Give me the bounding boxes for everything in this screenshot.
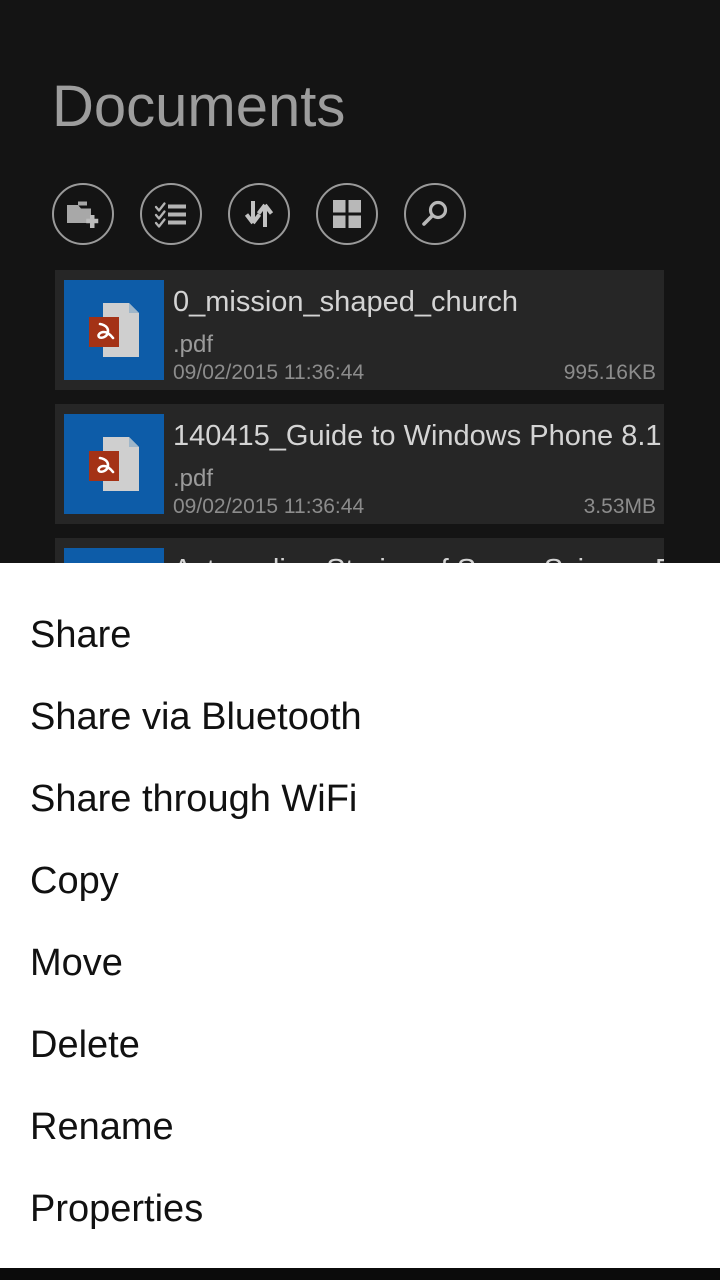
- file-name: 140415_Guide to Windows Phone 8.1 D: [173, 420, 664, 452]
- context-menu: Share Share via Bluetooth Share through …: [0, 563, 720, 1268]
- menu-item-share-wifi[interactable]: Share through WiFi: [30, 776, 357, 822]
- file-date: 09/02/2015 11:36:44: [173, 361, 365, 384]
- menu-item-rename[interactable]: Rename: [30, 1104, 174, 1150]
- grid-view-button[interactable]: [316, 183, 378, 245]
- select-list-button[interactable]: [140, 183, 202, 245]
- menu-item-properties[interactable]: Properties: [30, 1186, 203, 1232]
- page-title: Documents: [52, 74, 346, 139]
- menu-item-share-bluetooth[interactable]: Share via Bluetooth: [30, 694, 362, 740]
- file-name: 0_mission_shaped_church: [173, 286, 518, 318]
- toolbar: [52, 183, 466, 245]
- new-folder-button[interactable]: [52, 183, 114, 245]
- pdf-file-icon: [64, 414, 164, 514]
- file-size: 995.16KB: [563, 361, 656, 384]
- file-list-item[interactable]: 0_mission_shaped_church .pdf 09/02/2015 …: [55, 270, 664, 390]
- bottom-bar: [0, 1268, 720, 1280]
- sort-button[interactable]: [228, 183, 290, 245]
- select-list-icon: [154, 199, 188, 229]
- file-extension: .pdf: [173, 331, 214, 358]
- phone-screen: Documents 0_mission_shaped_church .pdf 0…: [0, 0, 720, 1280]
- menu-item-copy[interactable]: Copy: [30, 858, 119, 904]
- file-list-item[interactable]: 140415_Guide to Windows Phone 8.1 D .pdf…: [55, 404, 664, 524]
- grid-view-icon: [332, 199, 362, 229]
- file-extension: .pdf: [173, 465, 214, 492]
- new-folder-icon: [65, 198, 101, 230]
- menu-item-share[interactable]: Share: [30, 612, 131, 658]
- pdf-file-icon: [64, 280, 164, 380]
- search-icon: [419, 198, 451, 230]
- search-button[interactable]: [404, 183, 466, 245]
- menu-item-move[interactable]: Move: [30, 940, 123, 986]
- menu-item-delete[interactable]: Delete: [30, 1022, 140, 1068]
- file-size: 3.53MB: [583, 495, 656, 518]
- sort-icon: [243, 198, 275, 230]
- file-date: 09/02/2015 11:36:44: [173, 495, 365, 518]
